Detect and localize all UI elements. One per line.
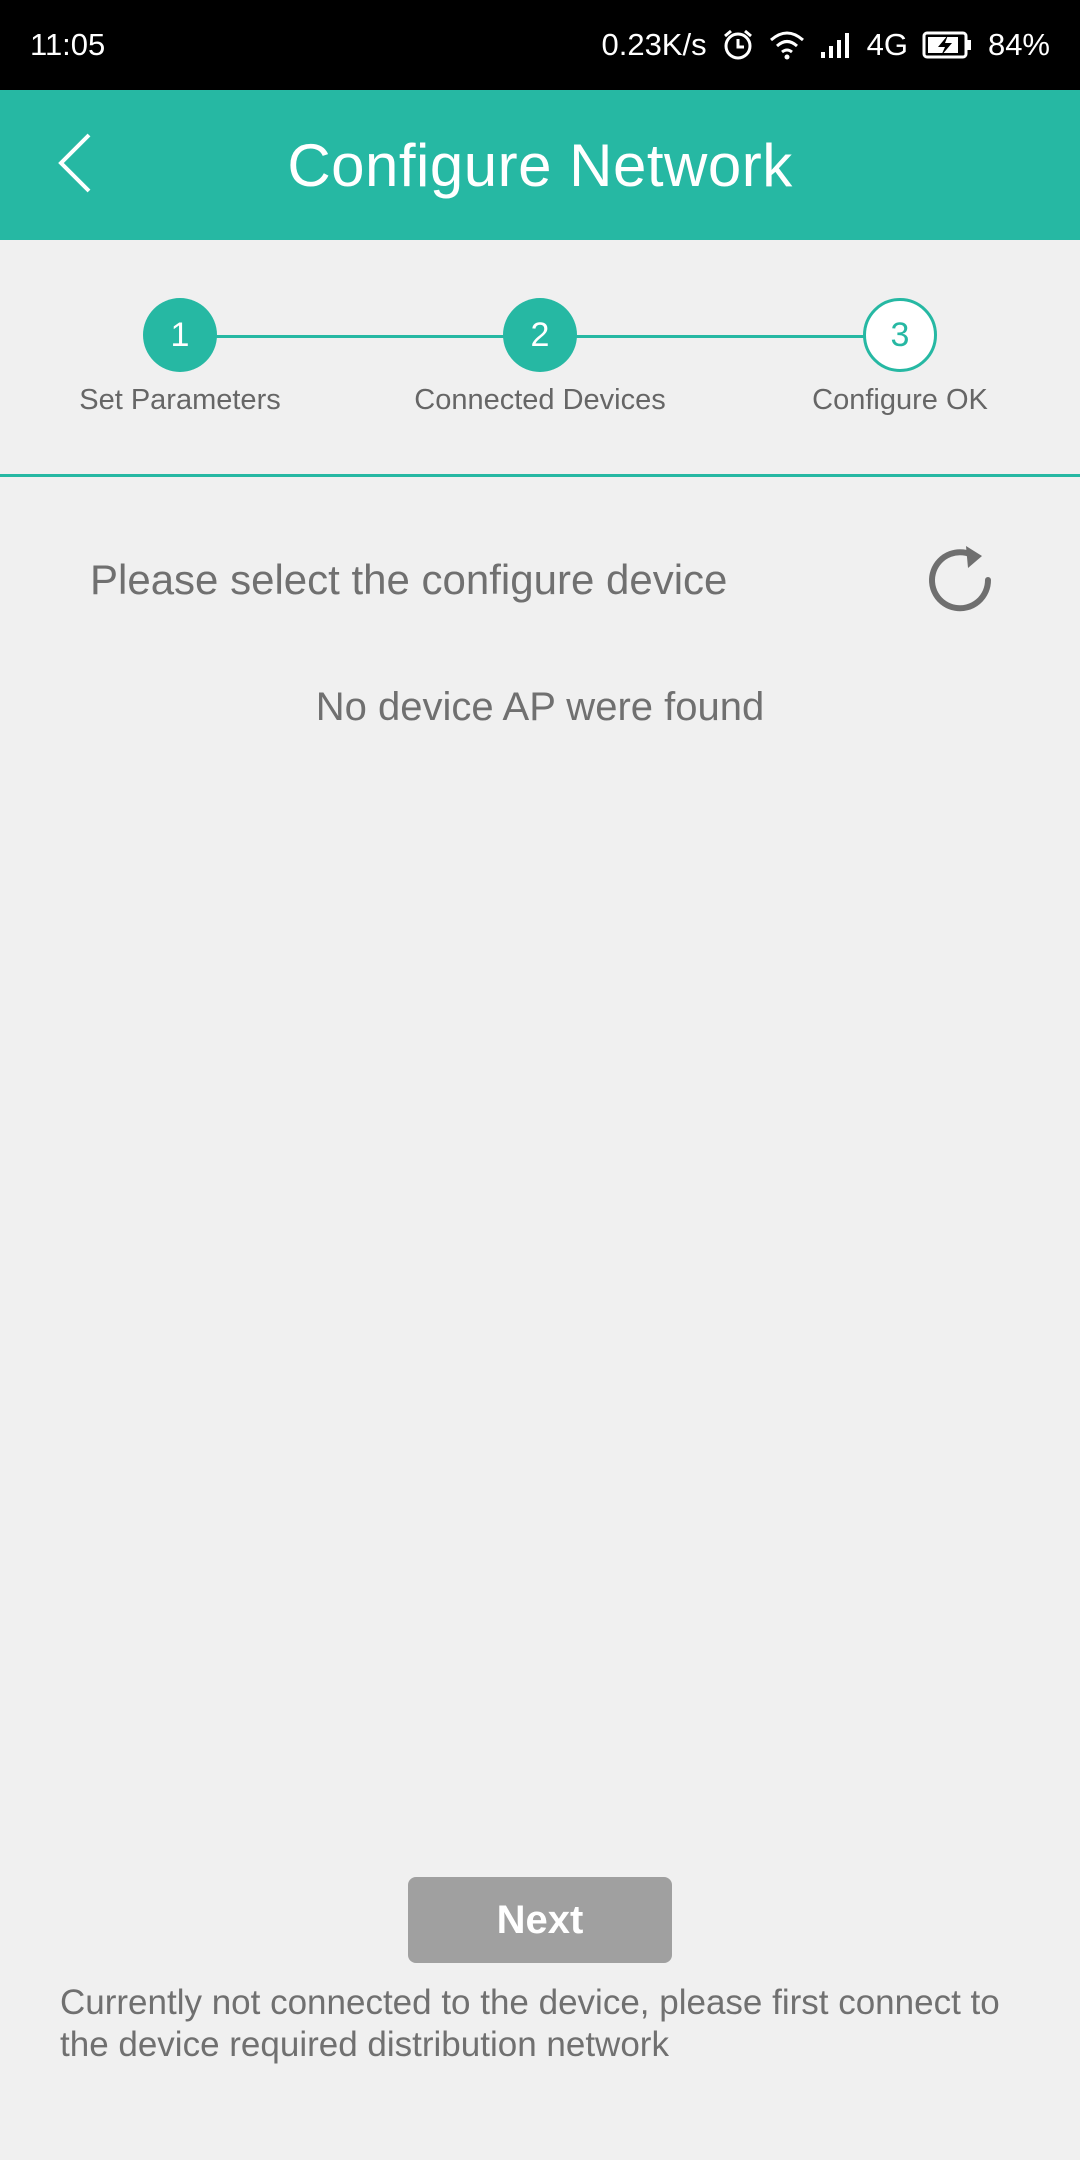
wifi-icon (769, 30, 805, 60)
step-number: 1 (143, 298, 217, 372)
step-connected-devices: 2 Connected Devices (360, 298, 720, 417)
status-time: 11:05 (30, 27, 106, 62)
status-icons: 0.23K/s 4G 84% (601, 27, 1050, 63)
device-list-title: Please select the configure device (90, 556, 728, 603)
step-number: 3 (863, 298, 937, 372)
stepper-divider (0, 474, 1080, 477)
connection-hint: Currently not connected to the device, p… (60, 1983, 1000, 2064)
chevron-left-icon (55, 131, 95, 200)
page-title: Configure Network (287, 131, 793, 199)
step-number: 2 (503, 298, 577, 372)
alarm-icon (721, 28, 755, 62)
refresh-button[interactable] (920, 540, 1000, 620)
network-type: 4G (866, 27, 908, 62)
step-set-parameters: 1 Set Parameters (0, 298, 360, 417)
step-configure-ok: 3 Configure OK (720, 298, 1080, 417)
step-label: Set Parameters (79, 384, 281, 416)
battery-level: 84% (987, 27, 1050, 62)
signal-icon (819, 30, 853, 60)
next-button[interactable]: Next (408, 1877, 672, 1963)
step-label: Connected Devices (414, 384, 666, 416)
app-bar: Configure Network (0, 90, 1080, 240)
step-label: Configure OK (812, 384, 988, 416)
refresh-icon (924, 542, 996, 619)
status-bar: 11:05 0.23K/s 4G 84% (0, 0, 1080, 90)
back-button[interactable] (30, 120, 120, 210)
progress-stepper: 1 Set Parameters 2 Connected Devices 3 C… (0, 240, 1080, 476)
device-list-header: Please select the configure device (90, 540, 1000, 620)
battery-charging-icon (922, 30, 974, 60)
net-speed: 0.23K/s (601, 27, 707, 62)
empty-state-message: No device AP were found (315, 685, 765, 729)
